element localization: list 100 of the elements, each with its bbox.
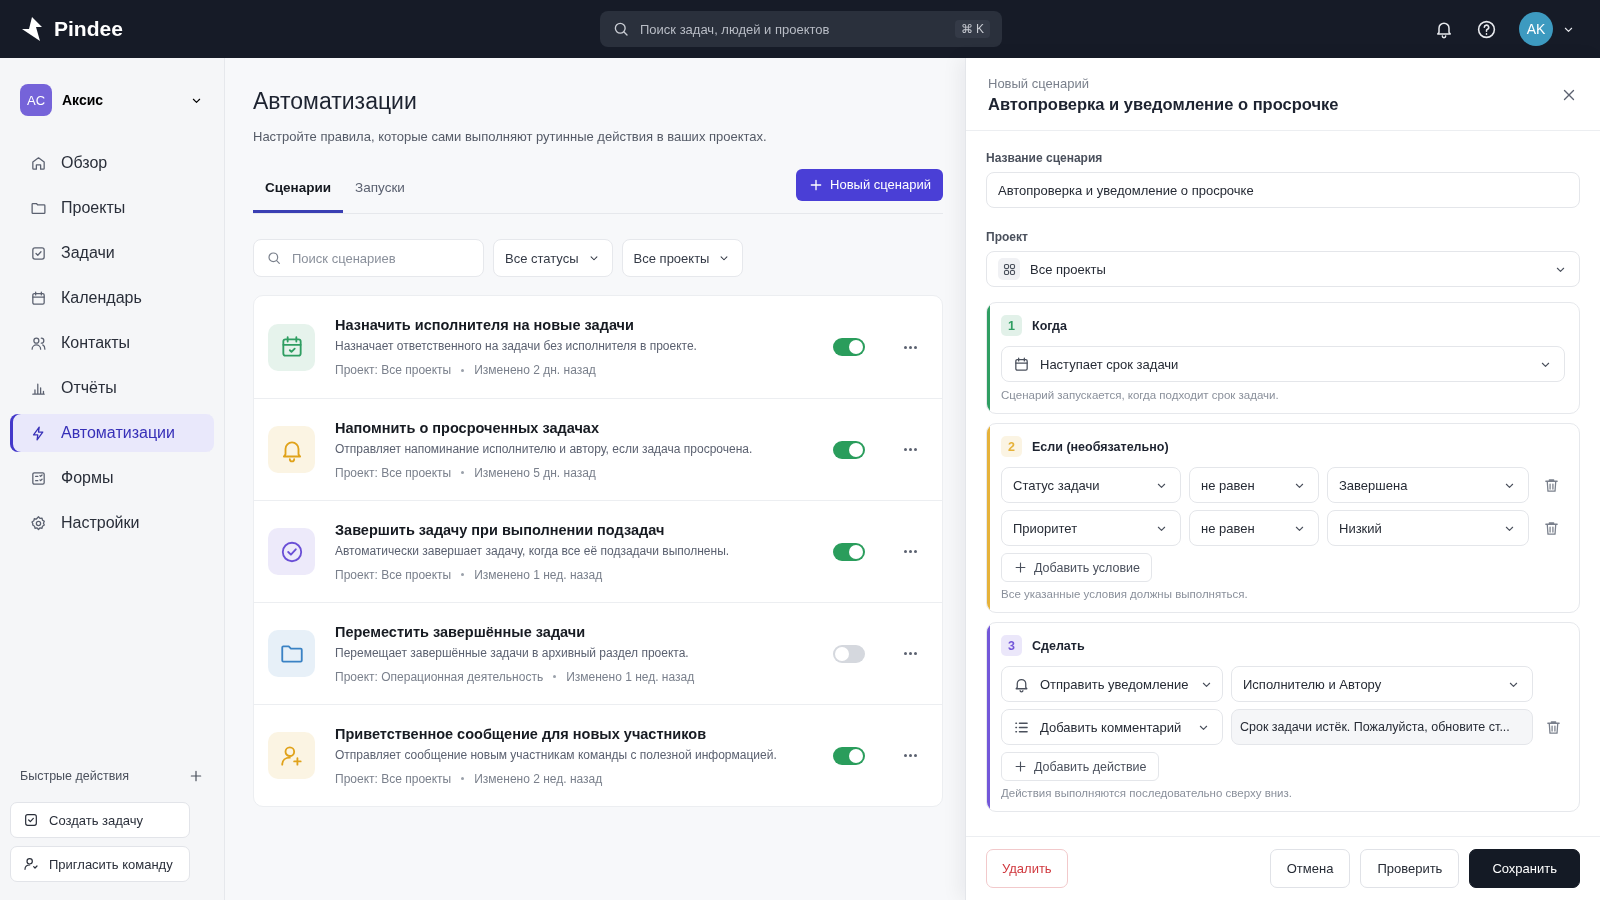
dropdown[interactable]: Исполнителю и Автору xyxy=(1231,666,1533,702)
add-button[interactable]: Добавить действие xyxy=(1001,752,1159,781)
trash-icon xyxy=(1544,718,1562,736)
scenario-modified: Изменено 1 нед. назад xyxy=(566,669,695,684)
scenario-description: Автоматически завершает задачу, когда все её подзадачи выполнены. xyxy=(335,543,731,558)
dropdown[interactable]: Завершена xyxy=(1327,467,1529,503)
dropdown[interactable]: Добавить комментарий xyxy=(1001,709,1223,745)
more-button[interactable] xyxy=(903,652,918,655)
toggle-switch[interactable] xyxy=(833,338,865,356)
more-button[interactable] xyxy=(903,448,918,451)
dropdown[interactable]: не равен xyxy=(1189,467,1319,503)
shortcut-hint: ⌘ K xyxy=(954,20,990,38)
more-button[interactable] xyxy=(903,345,918,349)
project-dropdown[interactable]: Все проекты xyxy=(986,251,1580,287)
page-title: Автоматизации xyxy=(253,88,418,115)
scenario-modified: Изменено 2 дн. назад xyxy=(474,363,596,377)
tab[interactable]: Запуски xyxy=(343,164,417,213)
filter-dropdown[interactable]: Все статусы xyxy=(493,239,613,277)
tab[interactable]: Сценарии xyxy=(253,164,344,213)
plus-icon xyxy=(188,768,204,784)
user-icon xyxy=(23,856,39,872)
quick-action-button[interactable]: Пригласить команду xyxy=(10,846,190,882)
form-icon xyxy=(30,469,47,487)
scenario-description: Перемещает завершённые задачи в архивный раздел проекта. xyxy=(335,645,690,660)
scenario-title: Приветственное сообщение для новых участников xyxy=(335,725,708,742)
field-label: Название сценария xyxy=(986,151,1104,165)
comment-field[interactable]: Срок задачи истёк. Пожалуйста, обновите ст... xyxy=(1231,709,1533,745)
scenario-title: Напомнить о просроченных задачах xyxy=(335,419,600,436)
search-icon xyxy=(266,250,282,266)
filter-dropdown[interactable]: Все проекты xyxy=(621,239,744,277)
step-title: Если (необязательно) xyxy=(1032,439,1169,454)
calendar-icon xyxy=(30,289,47,307)
quick-action-button[interactable]: Создать задачу xyxy=(10,802,190,838)
scenario-modified: Изменено 2 нед. назад xyxy=(474,771,603,786)
scenario-project: Проект: Операционная деятельность xyxy=(335,669,544,684)
step-number: 2 xyxy=(1001,436,1022,457)
delete-button[interactable]: Удалить xyxy=(986,849,1068,888)
dropdown[interactable]: Статус задачи xyxy=(1001,467,1181,503)
new-scenario-button[interactable]: Новый сценарий xyxy=(796,168,943,201)
panel-title: Автопроверка и уведомление о просрочке xyxy=(988,95,1340,114)
search-icon xyxy=(612,20,630,38)
scenario-project: Проект: Все проекты xyxy=(335,567,452,582)
panel-eyebrow: Новый сценарий xyxy=(988,76,1090,91)
checkbox-icon xyxy=(30,244,47,262)
add-button[interactable]: Добавить условие xyxy=(1001,553,1153,582)
grid-icon xyxy=(1001,261,1017,277)
step-hint: Все указанные условия должны выполняться. xyxy=(1001,588,1249,600)
toggle-switch[interactable] xyxy=(833,746,865,765)
dropdown[interactable]: Низкий xyxy=(1327,510,1529,546)
plus-icon xyxy=(1013,560,1028,575)
toggle-switch[interactable] xyxy=(833,542,865,561)
scenario-title: Назначить исполнителя на новые задачи xyxy=(335,317,635,333)
sidebar-item[interactable]: Формы xyxy=(10,459,214,497)
save-button[interactable]: Сохранить xyxy=(1469,849,1580,888)
home-icon xyxy=(30,154,47,172)
scenario-title: Завершить задачу при выполнении подзадач xyxy=(335,521,666,538)
more-icon xyxy=(903,550,918,553)
trash-icon xyxy=(1542,476,1560,494)
toggle-switch[interactable] xyxy=(833,644,865,663)
dropdown[interactable]: Приоритет xyxy=(1001,510,1181,546)
more-icon xyxy=(903,754,918,757)
logo-icon xyxy=(20,16,44,42)
sidebar-item[interactable]: Контакты xyxy=(10,324,214,362)
dropdown[interactable]: не равен xyxy=(1189,510,1319,546)
sidebar-item[interactable]: Настройки xyxy=(10,504,214,542)
scenario-description: Отправляет напоминание исполнителю и автору, если задача просрочена. xyxy=(335,441,754,456)
sidebar-item[interactable]: Автоматизации xyxy=(10,414,214,452)
scenario-description: Отправляет сообщение новым участникам команды с полезной информацией. xyxy=(335,747,778,762)
step-number: 3 xyxy=(1001,635,1022,656)
sidebar-item[interactable]: Календарь xyxy=(10,279,214,317)
step-hint: Действия выполняются последовательно сверху вниз. xyxy=(1001,787,1293,799)
check-button[interactable]: Проверить xyxy=(1360,849,1460,888)
step-title: Сделать xyxy=(1032,638,1085,653)
sidebar-item[interactable]: Отчёты xyxy=(10,369,214,407)
scenario-project: Проект: Все проекты xyxy=(335,771,452,786)
step-number: 1 xyxy=(1001,315,1022,336)
dropdown[interactable]: Отправить уведомление xyxy=(1001,666,1223,702)
step-title: Когда xyxy=(1032,318,1067,333)
scenario-project: Проект: Все проекты xyxy=(335,465,452,480)
cancel-button[interactable]: Отмена xyxy=(1269,849,1351,888)
sidebar-item[interactable]: Обзор xyxy=(10,144,214,182)
name-input[interactable]: Автопроверка и уведомление о просрочке xyxy=(986,172,1580,208)
sidebar-item[interactable]: Проекты xyxy=(10,189,214,227)
app-logo-text: Pindee xyxy=(54,17,123,41)
scenario-title: Переместить завершённые задачи xyxy=(335,623,587,640)
scenario-description: Назначает ответственного на задачи без исполнителя в проекте. xyxy=(335,339,698,353)
scenario-modified: Изменено 1 нед. назад xyxy=(474,567,603,582)
dropdown[interactable]: Наступает срок задачи xyxy=(1001,346,1565,382)
more-icon xyxy=(903,345,918,349)
toggle-switch[interactable] xyxy=(833,440,865,459)
scenario-modified: Изменено 5 дн. назад xyxy=(474,465,596,480)
more-button[interactable] xyxy=(903,754,918,757)
workspace-badge: AC xyxy=(20,84,52,116)
more-icon xyxy=(903,448,918,451)
more-button[interactable] xyxy=(903,550,918,553)
global-search-field[interactable]: Поиск задач, людей и проектов ⌘ K xyxy=(600,11,1002,47)
plus-icon xyxy=(1013,759,1028,774)
sidebar-item[interactable]: Задачи xyxy=(10,234,214,272)
help-icon xyxy=(1476,18,1497,40)
workspace-switcher[interactable]: AC Аксис xyxy=(10,84,214,116)
